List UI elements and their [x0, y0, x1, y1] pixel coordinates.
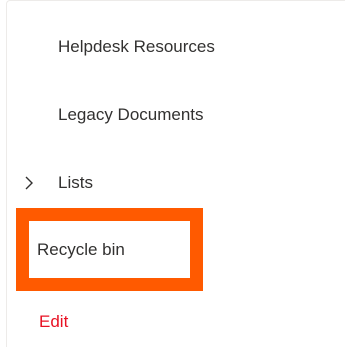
nav-item-legacy-documents[interactable]: Legacy Documents: [58, 104, 204, 126]
nav-item-lists[interactable]: Lists: [58, 172, 93, 194]
chevron-right-icon[interactable]: [21, 172, 37, 194]
nav-item-recycle-bin[interactable]: Recycle bin: [37, 239, 125, 261]
nav-item-helpdesk-resources[interactable]: Helpdesk Resources: [58, 36, 215, 58]
edit-navigation-link[interactable]: Edit: [39, 311, 68, 333]
